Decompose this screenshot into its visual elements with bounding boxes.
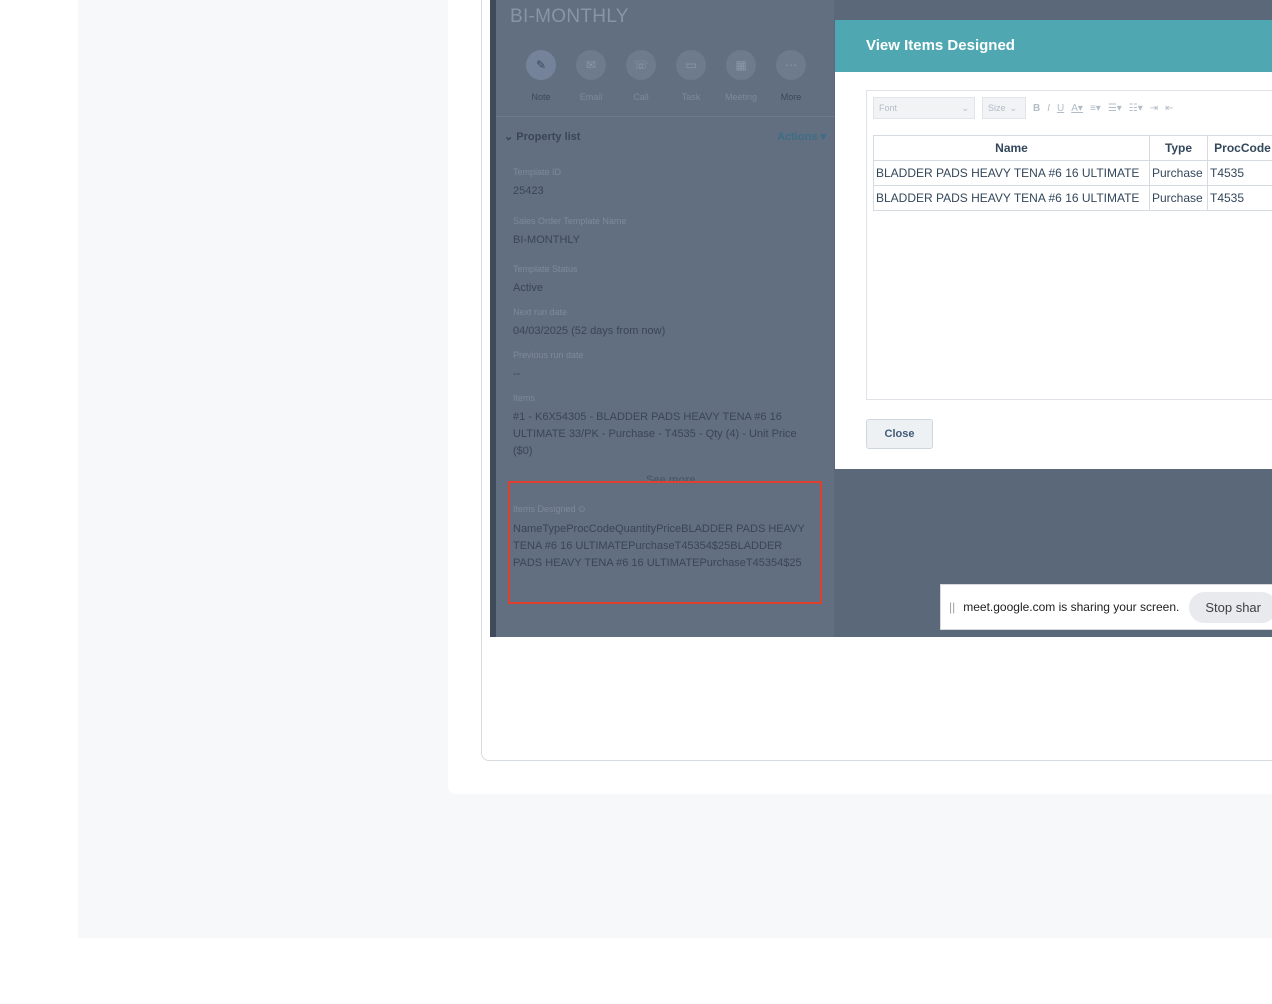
divider <box>496 116 840 117</box>
indent-icon[interactable]: ⇥ <box>1150 103 1158 114</box>
meeting-action[interactable]: ▦ Meeting <box>724 50 758 102</box>
meeting-label: Meeting <box>724 92 758 102</box>
task-icon: ▭ <box>676 50 706 80</box>
email-icon: ✉ <box>576 50 606 80</box>
call-action[interactable]: ☏ Call <box>624 50 658 102</box>
view-items-modal: View Items Designed Font ⌄ Size ⌄ B I U A▾… <box>835 20 1272 469</box>
call-label: Call <box>633 92 649 102</box>
items-table: Name Type ProcCode BLADDER PADS HEAVY TE… <box>873 135 1272 211</box>
property-list-title[interactable]: ⌄ Property list <box>504 130 580 143</box>
more-label: More <box>780 92 802 102</box>
bold-icon[interactable]: B <box>1033 103 1040 114</box>
record-actions: ✎ Note ✉ Email ☏ Call ▭ Task ▦ Meeting ⋯… <box>524 50 808 102</box>
property-list-header[interactable]: ⌄ Property list Actions ▾ <box>504 130 826 143</box>
drag-handle-icon[interactable]: || <box>949 600 955 614</box>
email-label: Email <box>579 92 603 102</box>
more-action[interactable]: ⋯ More <box>774 50 808 102</box>
task-label: Task <box>681 92 701 102</box>
record-title: BI-MONTHLY <box>510 6 629 27</box>
size-select[interactable]: Size ⌄ <box>982 97 1026 119</box>
shared-screenshot: BI-MONTHLY ✎ Note ✉ Email ☏ Call ▭ Task … <box>490 0 1272 637</box>
chevron-down-icon: ⌄ <box>504 131 517 143</box>
outdent-icon[interactable]: ⇤ <box>1165 103 1173 114</box>
table-header-row: Name Type ProcCode <box>873 135 1272 161</box>
record-sidebar: BI-MONTHLY ✎ Note ✉ Email ☏ Call ▭ Task … <box>490 0 840 637</box>
more-icon: ⋯ <box>776 50 806 80</box>
chevron-down-icon: ⌄ <box>1009 102 1018 113</box>
stop-sharing-button[interactable]: Stop shar <box>1189 591 1272 623</box>
column-header-name: Name <box>873 135 1150 161</box>
property-template-id: Template ID 25423 <box>513 167 562 197</box>
note-label: Note <box>531 92 551 102</box>
phone-icon: ☏ <box>626 50 656 80</box>
property-items: Items #1 - K6X54305 - BLADDER PADS HEAVY… <box>513 393 797 457</box>
actions-dropdown[interactable]: Actions ▾ <box>777 130 826 143</box>
column-header-proccode: ProcCode <box>1207 135 1272 161</box>
rich-text-editor[interactable]: Font ⌄ Size ⌄ B I U A▾ ≡▾ ☰▾ ☷▾ ⇥ ⇤ Name T… <box>866 90 1272 400</box>
column-header-type: Type <box>1149 135 1208 161</box>
italic-icon[interactable]: I <box>1047 103 1050 114</box>
caret-down-icon: ▾ <box>820 131 826 143</box>
calendar-icon: ▦ <box>726 50 756 80</box>
table-row: BLADDER PADS HEAVY TENA #6 16 ULTIMATE P… <box>873 185 1272 211</box>
property-template-name: Sales Order Template Name BI-MONTHLY <box>513 216 627 246</box>
task-action[interactable]: ▭ Task <box>674 50 708 102</box>
note-action[interactable]: ✎ Note <box>524 50 558 102</box>
numbered-list-icon[interactable]: ☷▾ <box>1129 103 1143 114</box>
underline-icon[interactable]: U <box>1057 103 1064 114</box>
editor-toolbar: Font ⌄ Size ⌄ B I U A▾ ≡▾ ☰▾ ☷▾ ⇥ ⇤ <box>867 91 1272 125</box>
close-button[interactable]: Close <box>866 419 933 449</box>
email-action[interactable]: ✉ Email <box>574 50 608 102</box>
table-row: BLADDER PADS HEAVY TENA #6 16 ULTIMATE P… <box>873 160 1272 186</box>
property-next-run-date: Next run date 04/03/2025 (52 days from n… <box>513 307 666 337</box>
property-previous-run-date: Previous run date -- <box>513 350 584 380</box>
text-color-icon[interactable]: A▾ <box>1071 103 1083 114</box>
align-icon[interactable]: ≡▾ <box>1090 103 1101 114</box>
highlight-box <box>508 481 822 604</box>
font-select[interactable]: Font ⌄ <box>873 97 975 119</box>
note-icon: ✎ <box>526 50 556 80</box>
share-message: meet.google.com is sharing your screen. <box>963 600 1180 614</box>
modal-title: View Items Designed <box>835 20 1272 72</box>
chevron-down-icon: ⌄ <box>961 102 969 113</box>
screen-share-bar: || meet.google.com is sharing your scree… <box>940 584 1272 630</box>
property-template-status: Template Status Active <box>513 264 578 294</box>
bullet-list-icon[interactable]: ☰▾ <box>1108 103 1122 114</box>
